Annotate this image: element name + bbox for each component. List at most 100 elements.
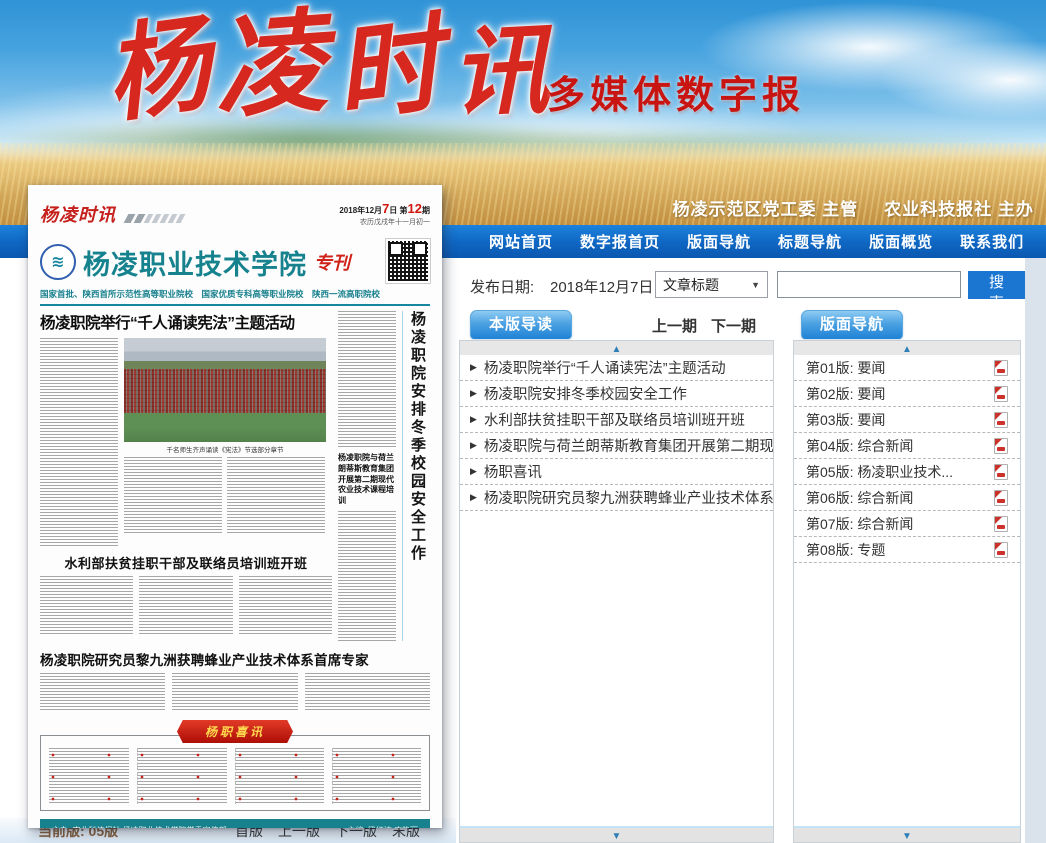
body-text-placeholder xyxy=(338,311,396,449)
page-nav-link[interactable]: 第03版: 要闻 xyxy=(794,407,1020,433)
toc-article-title: 杨职喜讯 xyxy=(484,461,542,482)
page-nav-label: 第07版: 综合新闻 xyxy=(806,514,913,534)
bullet-icon: ▶ xyxy=(470,388,477,399)
paper-body: 杨凌职院举行“千人诵读宪法”主题活动 千名师生齐声诵读《宪法》节选部分章节 水利… xyxy=(40,311,430,641)
paper-footer-chief: 主编: 梁红波 唐艳丽 xyxy=(347,824,418,828)
nav-item-contact-us[interactable]: 联系我们 xyxy=(960,231,1024,252)
edition-label: 专刊 xyxy=(314,249,350,275)
publish-date-label: 发布日期: xyxy=(470,276,534,297)
site-subtitle: 多媒体数字报 xyxy=(547,64,805,119)
paper-headline-water: 水利部扶贫挂职干部及联络员培训班开班 xyxy=(40,553,332,572)
page-nav-link[interactable]: 第06版: 综合新闻 xyxy=(794,485,1020,511)
pdf-icon[interactable] xyxy=(994,464,1008,480)
toc-article-link[interactable]: ▶ 杨职喜讯 xyxy=(460,459,773,485)
search-input[interactable] xyxy=(777,271,961,298)
qr-code xyxy=(386,239,430,283)
page-nav-scroll-down-button[interactable]: ▼ xyxy=(794,826,1020,842)
paper-lunar-date: 农历戊戌年十一月初一 xyxy=(339,218,430,227)
toc-article-title: 杨凌职院举行“千人诵读宪法”主题活动 xyxy=(484,357,726,378)
newspaper-preview[interactable]: 杨凌时讯 2018年12月7日 第12期 农历戊戌年十一月初一 ≋ 杨凌职业技术… xyxy=(28,185,442,828)
next-issue-link[interactable]: 下一期 xyxy=(711,315,756,336)
pdf-icon[interactable] xyxy=(994,412,1008,428)
nav-item-page-navigation[interactable]: 版面导航 xyxy=(687,231,751,252)
toc-scroll-up-button[interactable]: ▲ xyxy=(460,341,773,355)
nav-item-title-navigation[interactable]: 标题导航 xyxy=(778,231,842,252)
site-title-char: 时 xyxy=(329,10,447,128)
right-edge-strip xyxy=(1025,258,1046,843)
bullet-icon: ▶ xyxy=(470,466,477,477)
page-nav-scroll-up-button[interactable]: ▲ xyxy=(794,341,1020,355)
toc-column: 本版导读 上一期 下一期 ▲ ▶杨凌职院举行“千人诵读宪法”主题活动 ▶杨凌职院… xyxy=(459,310,774,843)
paper-masthead: 杨凌时讯 2018年12月7日 第12期 农历戊戌年十一月初一 xyxy=(40,195,430,237)
search-button[interactable]: 搜 索 xyxy=(968,271,1025,299)
nav-item-epaper-home[interactable]: 数字报首页 xyxy=(580,231,660,252)
site-title-char: 讯 xyxy=(448,21,551,124)
toc-article-link[interactable]: ▶杨凌职院安排冬季校园安全工作 xyxy=(460,381,773,407)
body-text-placeholder xyxy=(235,748,324,804)
toc-article-title: 水利部扶贫挂职干部及联络员培训班开班 xyxy=(484,409,745,430)
toc-article-link[interactable]: ▶ 杨凌职院与荷兰朗蒂斯教育集团开展第二期现... xyxy=(460,433,773,459)
tab-page-navigation[interactable]: 版面导航 xyxy=(801,310,903,339)
pdf-icon[interactable] xyxy=(994,490,1008,506)
body-text-placeholder xyxy=(338,511,396,641)
page-nav-label: 第03版: 要闻 xyxy=(806,410,885,430)
pdf-icon[interactable] xyxy=(994,360,1008,376)
toc-article-link[interactable]: ▶ 杨凌职院举行“千人诵读宪法”主题活动 xyxy=(460,355,773,381)
paper-headline-bee: 杨凌职院研究员黎九洲获聘蜂业产业技术体系首席专家 xyxy=(40,649,430,669)
page-nav-link[interactable]: 第08版: 专题 xyxy=(794,537,1020,563)
crowd-photo xyxy=(124,338,326,442)
divider xyxy=(40,304,430,306)
site-title-char: 杨 xyxy=(99,11,216,128)
paper-masthead-logo: 杨凌时讯 xyxy=(40,201,116,227)
page-nav-link[interactable]: 第01版: 要闻 xyxy=(794,355,1020,381)
school-badge-icon: ≋ xyxy=(40,244,76,280)
body-text-placeholder xyxy=(227,457,325,533)
toc-article-link[interactable]: ▶水利部扶贫挂职干部及联络员培训班开班 xyxy=(460,407,773,433)
paper-footer: 主办: 农业科技报社 杨凌职业技术学院党委宣传部 协办:《杨凌时讯》编辑部 主编… xyxy=(40,819,430,828)
toc-list: ▶杨凌职院举行“千人诵读宪法”主题活动 ▶杨凌职院安排冬季校园安全工作 ▶水利部… xyxy=(460,355,773,511)
down-arrow-icon: ▼ xyxy=(902,831,912,842)
up-arrow-icon: ▲ xyxy=(902,344,912,355)
site-title: 杨 凌 时 讯 xyxy=(104,8,564,120)
body-text-placeholder xyxy=(332,748,421,804)
body-text-placeholder xyxy=(40,673,165,711)
body-text-placeholder xyxy=(305,673,430,711)
pdf-icon[interactable] xyxy=(994,542,1008,558)
pdf-icon[interactable] xyxy=(994,438,1008,454)
toc-tabrow: 本版导读 上一期 下一期 xyxy=(459,310,774,339)
paper-footer-host: 主办: 农业科技报社 杨凌职业技术学院党委宣传部 xyxy=(52,824,227,828)
nav-item-site-home[interactable]: 网站首页 xyxy=(489,231,553,252)
search-category-select[interactable]: 文章标题 ▼ xyxy=(655,271,768,298)
page-nav-link[interactable]: 第05版: 杨凌职业技术... xyxy=(794,459,1020,485)
paper-school-row: ≋ 杨凌职业技术学院 专刊 xyxy=(40,237,430,287)
page-nav-link[interactable]: 第07版: 综合新闻 xyxy=(794,511,1020,537)
up-arrow-icon: ▲ xyxy=(612,344,622,355)
paper-date-block: 2018年12月7日 第12期 农历戊戌年十一月初一 xyxy=(339,195,430,227)
page-nav-link[interactable]: 第04版: 综合新闻 xyxy=(794,433,1020,459)
publish-date-value: 2018年12月7日 xyxy=(550,276,653,297)
paper-vertical-headline: 杨凌职院安排冬季校园安全工作 xyxy=(407,311,428,641)
body-text-placeholder xyxy=(137,748,226,804)
bullet-icon: ▶ xyxy=(470,362,477,373)
toc-scroll-down-button[interactable]: ▼ xyxy=(460,826,773,842)
down-arrow-icon: ▼ xyxy=(612,831,622,842)
toc-article-link[interactable]: ▶杨凌职院研究员黎九洲获聘蜂业产业技术体系... xyxy=(460,485,773,511)
page-nav-panel: ▲ 第01版: 要闻 第02版: 要闻 第03版: 要闻 第04版: 综合新闻 … xyxy=(793,340,1021,843)
site-title-char: 凌 xyxy=(210,6,330,126)
page-nav-link[interactable]: 第02版: 要闻 xyxy=(794,381,1020,407)
pdf-icon[interactable] xyxy=(994,386,1008,402)
page-nav-label: 第02版: 要闻 xyxy=(806,384,885,404)
nav-item-page-overview[interactable]: 版面概览 xyxy=(869,231,933,252)
body-text-placeholder xyxy=(40,576,133,634)
sponsor-supervisor: 杨凌示范区党工委 主管 xyxy=(673,200,859,219)
toc-article-title: 杨凌职院与荷兰朗蒂斯教育集团开展第二期现... xyxy=(484,435,773,456)
toc-article-title: 杨凌职院研究员黎九洲获聘蜂业产业技术体系... xyxy=(484,487,773,508)
bullet-icon: ▶ xyxy=(470,440,477,451)
masthead-slashes-decor xyxy=(126,214,183,227)
tab-current-page-index[interactable]: 本版导读 xyxy=(470,310,572,339)
prev-issue-link[interactable]: 上一期 xyxy=(652,315,697,336)
body-text-placeholder xyxy=(172,673,297,711)
paper-headline-holland: 杨凌职院与荷兰朗蒂斯教育集团开展第二期现代农业技术课程培训 xyxy=(338,453,396,507)
page-nav-label: 第08版: 专题 xyxy=(806,540,885,560)
pdf-icon[interactable] xyxy=(994,516,1008,532)
